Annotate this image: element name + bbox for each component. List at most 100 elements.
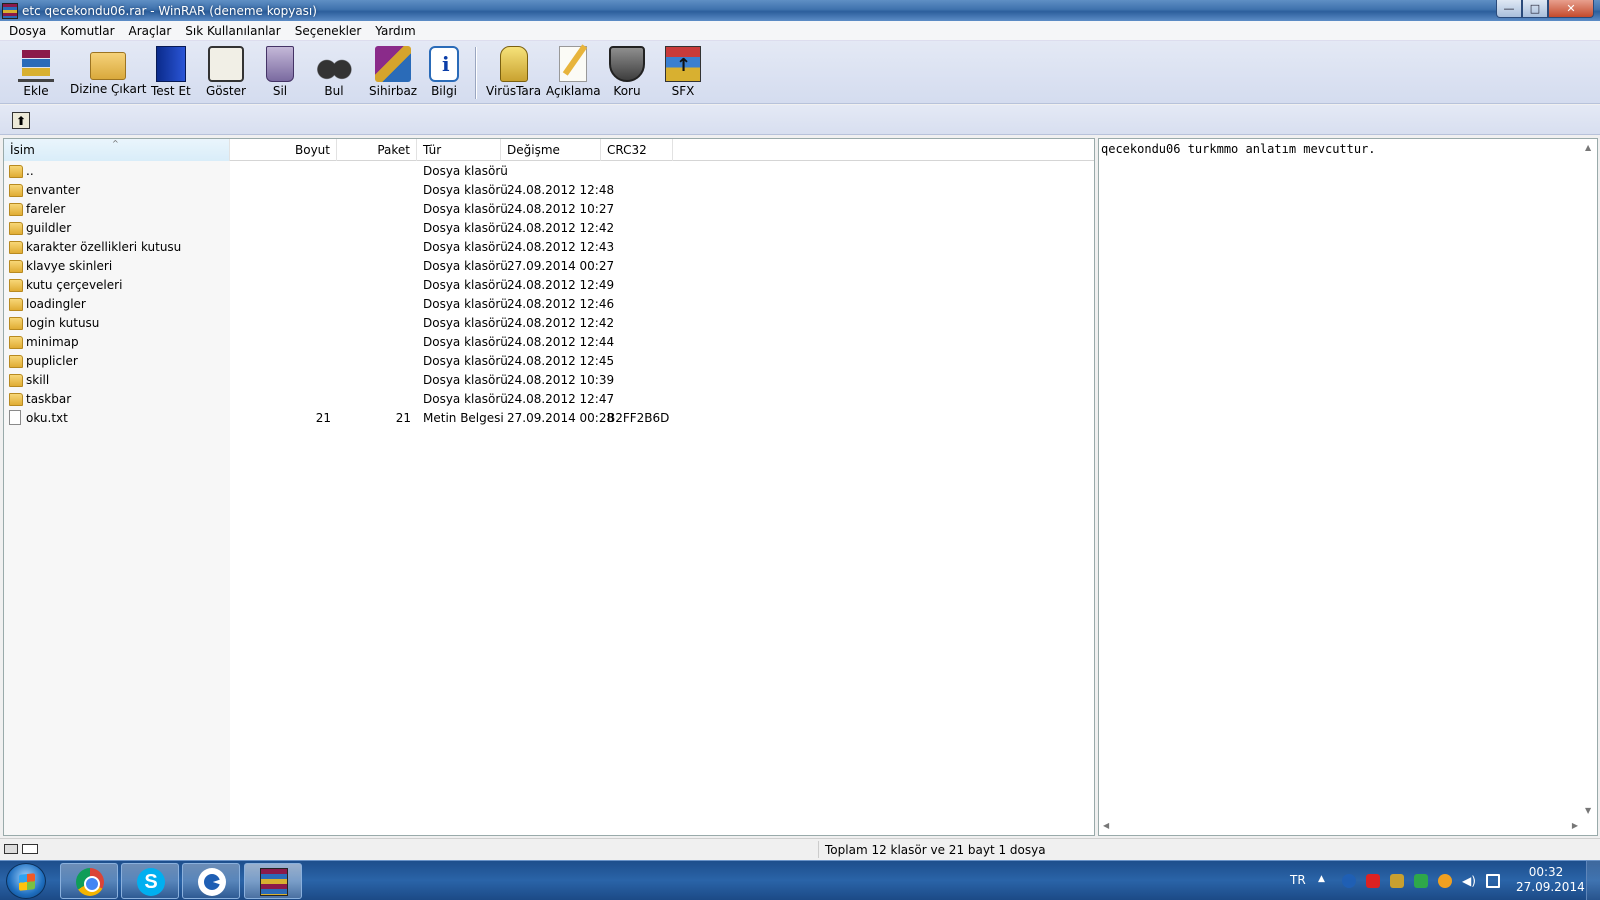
file-name: karakter özellikleri kutusu — [26, 240, 182, 254]
folder-icon — [9, 298, 23, 311]
toolbar: Ekle Dizine Çıkart Test Et Göster Sil Bu… — [0, 41, 1600, 104]
find-icon — [316, 46, 352, 82]
drive-icon[interactable] — [4, 844, 18, 854]
key-icon[interactable] — [22, 844, 38, 854]
maximize-button[interactable]: □ — [1522, 0, 1548, 18]
window-controls: — □ ✕ — [1496, 0, 1594, 18]
table-row[interactable]: skill Dosya klasörü 24.08.2012 10:39 — [4, 371, 1094, 390]
folder-icon — [9, 260, 23, 273]
comment-pane[interactable]: qecekondu06 turkmmo anlatım mevcuttur. ▲… — [1098, 138, 1598, 836]
taskbar-skype[interactable]: S — [121, 863, 179, 899]
table-row[interactable]: .. Dosya klasörü — [4, 162, 1094, 181]
tray-c-app-icon[interactable] — [1342, 874, 1356, 888]
menu-dosya[interactable]: Dosya — [2, 24, 53, 38]
file-name: fareler — [26, 202, 66, 216]
file-list[interactable]: ^ İsim Boyut Paket Tür Değişme CRC32 .. D… — [3, 138, 1095, 836]
file-type: Metin Belgesi — [423, 411, 504, 425]
virus-scan-button[interactable]: VirüsTara — [486, 46, 541, 98]
scroll-down-icon[interactable]: ▼ — [1585, 806, 1591, 815]
table-row[interactable]: login kutusu Dosya klasörü 24.08.2012 12:4… — [4, 314, 1094, 333]
table-row[interactable]: karakter özellikleri kutusu Dosya klasörü… — [4, 238, 1094, 257]
file-name: loadingler — [26, 297, 86, 311]
show-desktop-button[interactable] — [1586, 861, 1600, 900]
tray-stop-icon[interactable] — [1366, 874, 1380, 888]
tray-check-icon[interactable] — [1414, 874, 1428, 888]
menu-araclar[interactable]: Araçlar — [122, 24, 179, 38]
view-button[interactable]: Göster — [206, 46, 246, 98]
start-button[interactable] — [6, 863, 46, 899]
folder-icon — [9, 336, 23, 349]
scroll-up-icon[interactable]: ▲ — [1585, 143, 1591, 152]
window-title: etc qecekondu06.rar - WinRAR (deneme kop… — [22, 3, 317, 18]
comment-vertical-scrollbar[interactable]: ▲ ▼ — [1580, 139, 1597, 819]
up-folder-button[interactable]: ⬆ — [12, 112, 30, 129]
table-row[interactable]: klavye skinleri Dosya klasörü 27.09.2014 0… — [4, 257, 1094, 276]
folder-icon — [9, 355, 23, 368]
tray-avast-icon[interactable] — [1438, 874, 1452, 888]
file-size: 21 — [315, 411, 331, 425]
minimize-button[interactable]: — — [1496, 0, 1522, 18]
menu-komutlar[interactable]: Komutlar — [53, 24, 121, 38]
language-indicator[interactable]: TR — [1290, 873, 1306, 887]
file-modified: 24.08.2012 12:42 — [507, 221, 615, 235]
file-type: Dosya klasörü — [423, 354, 508, 368]
show-hidden-icons-icon[interactable]: ▲ — [1318, 874, 1332, 888]
delete-button[interactable]: Sil — [266, 46, 294, 98]
menu-yardim[interactable]: Yardım — [368, 24, 422, 38]
protect-button[interactable]: Koru — [609, 46, 645, 98]
file-name: login kutusu — [26, 316, 100, 330]
table-row[interactable]: puplicler Dosya klasörü 24.08.2012 12:45 — [4, 352, 1094, 371]
table-row[interactable]: oku.txt 21 21 Metin Belgesi 27.09.2014 00:28… — [4, 409, 1094, 428]
comment-horizontal-scrollbar[interactable]: ◀ ▶ — [1099, 818, 1582, 835]
taskbar-chrome[interactable] — [60, 863, 118, 899]
table-row[interactable]: loadingler Dosya klasörü 24.08.2012 12:46 — [4, 295, 1094, 314]
menu-secenekler[interactable]: Seçenekler — [288, 24, 369, 38]
menu-sik-kullanilanlar[interactable]: Sık Kullanılanlar — [178, 24, 287, 38]
taskbar-c-app[interactable] — [182, 863, 240, 899]
close-button[interactable]: ✕ — [1548, 0, 1594, 18]
skype-icon: S — [137, 868, 165, 896]
tray-winzip-icon[interactable] — [1390, 874, 1404, 888]
file-modified: 24.08.2012 12:48 — [507, 183, 615, 197]
test-button[interactable]: Test Et — [151, 46, 191, 98]
table-row[interactable]: fareler Dosya klasörü 24.08.2012 10:27 — [4, 200, 1094, 219]
extract-to-label: Dizine Çıkart — [70, 82, 147, 96]
file-type: Dosya klasörü — [423, 316, 508, 330]
column-header-name[interactable]: ^ İsim — [4, 139, 230, 161]
table-row[interactable]: minimap Dosya klasörü 24.08.2012 12:44 — [4, 333, 1094, 352]
title-bar[interactable]: etc qecekondu06.rar - WinRAR (deneme kop… — [0, 0, 1600, 21]
up-arrow-icon: ⬆ — [15, 113, 27, 128]
taskbar-winrar[interactable] — [244, 863, 302, 899]
winrar-app-icon[interactable] — [2, 2, 18, 19]
file-name: envanter — [26, 183, 81, 197]
column-header-modified-label: Değişme — [507, 143, 560, 157]
table-row[interactable]: envanter Dosya klasörü 24.08.2012 12:48 — [4, 181, 1094, 200]
scroll-right-icon[interactable]: ▶ — [1572, 821, 1578, 830]
column-header-type[interactable]: Tür — [417, 139, 501, 161]
column-header-packed[interactable]: Paket — [337, 139, 417, 161]
extract-to-button[interactable]: Dizine Çıkart — [70, 46, 146, 96]
find-label: Bul — [324, 84, 344, 98]
column-header-modified[interactable]: Değişme — [501, 139, 601, 161]
table-row[interactable]: taskbar Dosya klasörü 24.08.2012 12:47 — [4, 390, 1094, 409]
column-header-crc[interactable]: CRC32 — [601, 139, 673, 161]
column-header-crc-label: CRC32 — [607, 143, 647, 157]
table-row[interactable]: guildler Dosya klasörü 24.08.2012 12:42 — [4, 219, 1094, 238]
comment-button[interactable]: Açıklama — [546, 46, 601, 98]
wizard-label: Sihirbaz — [369, 84, 418, 98]
system-clock[interactable]: 00:32 27.09.2014 — [1516, 865, 1585, 895]
scroll-left-icon[interactable]: ◀ — [1103, 821, 1109, 830]
network-icon[interactable] — [1486, 874, 1500, 888]
sfx-button[interactable]: SFX — [665, 46, 701, 98]
info-button[interactable]: Bilgi — [429, 46, 459, 98]
column-header-type-label: Tür — [423, 143, 442, 157]
table-row[interactable]: kutu çerçeveleri Dosya klasörü 24.08.2012 … — [4, 276, 1094, 295]
add-button[interactable]: Ekle — [18, 46, 54, 98]
file-name: taskbar — [26, 392, 72, 406]
column-header-size[interactable]: Boyut — [230, 139, 337, 161]
volume-icon[interactable]: ◀) — [1462, 874, 1476, 888]
toolbar-separator — [475, 47, 477, 99]
test-label: Test Et — [151, 84, 191, 98]
find-button[interactable]: Bul — [316, 46, 352, 98]
wizard-button[interactable]: Sihirbaz — [369, 46, 417, 98]
